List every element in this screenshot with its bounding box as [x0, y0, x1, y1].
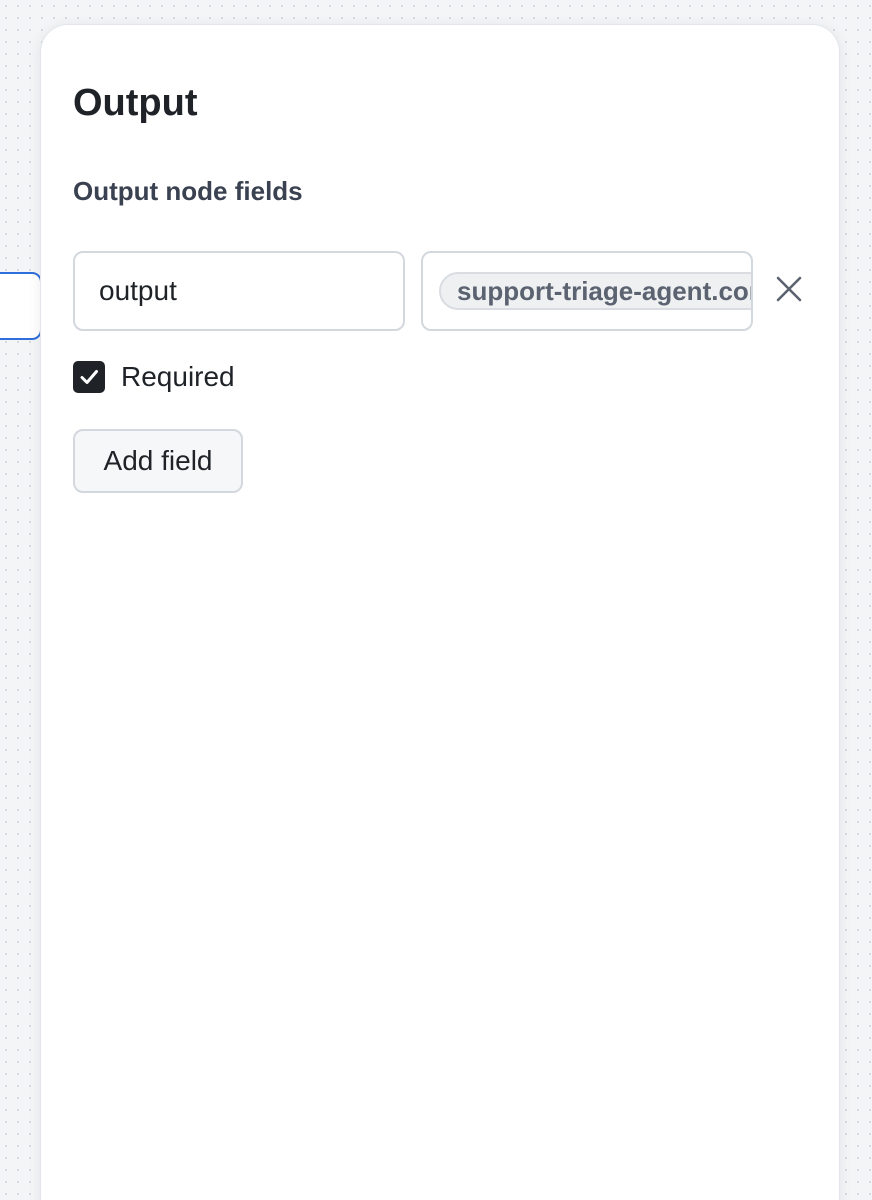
canvas-node-edge[interactable] — [0, 272, 42, 340]
section-label: Output node fields — [73, 176, 303, 206]
required-label: Required — [121, 361, 235, 392]
panel-title: Output — [73, 82, 198, 124]
output-panel: Output Output node fields support-triage… — [40, 24, 840, 1200]
checkmark-icon — [80, 370, 98, 384]
remove-field-button[interactable] — [769, 269, 809, 309]
close-icon — [776, 276, 802, 302]
field-type-select[interactable]: support-triage-agent.cor — [421, 251, 753, 331]
required-checkbox[interactable] — [73, 361, 105, 393]
field-name-input[interactable] — [73, 251, 405, 331]
required-checkbox-row[interactable]: Required — [73, 361, 235, 393]
field-type-chip: support-triage-agent.cor — [439, 272, 751, 310]
add-field-button[interactable]: Add field — [73, 429, 243, 493]
